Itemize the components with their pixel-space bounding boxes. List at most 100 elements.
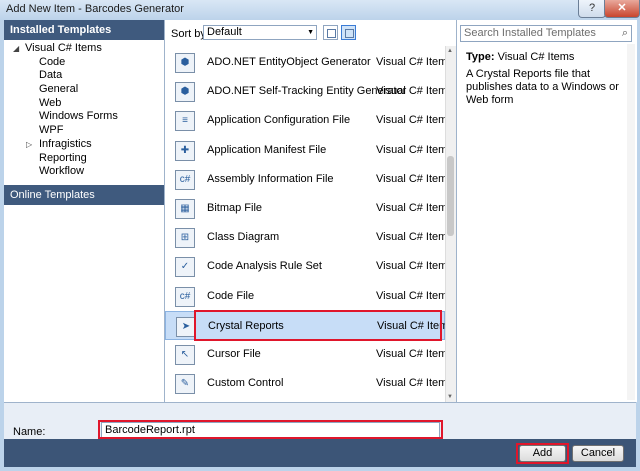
window-title: Add New Item - Barcodes Generator bbox=[6, 3, 184, 15]
template-icon: ↖ bbox=[175, 345, 195, 365]
scroll-up-icon[interactable]: ▲ bbox=[447, 48, 453, 54]
template-language: Visual C# Items bbox=[376, 377, 445, 390]
template-name: Code Analysis Rule Set bbox=[207, 260, 322, 273]
template-icon: ⊞ bbox=[175, 228, 195, 249]
scroll-down-icon[interactable]: ▼ bbox=[447, 394, 453, 400]
template-name: ADO.NET EntityObject Generator bbox=[207, 56, 371, 68]
template-item[interactable]: ✓ Code Analysis Rule Set Visual C# Items bbox=[165, 252, 445, 281]
template-item[interactable]: ✎ Custom Control Visual C# Items bbox=[165, 369, 445, 398]
template-icon: ➤ bbox=[176, 316, 196, 337]
template-name: Bitmap File bbox=[207, 202, 263, 214]
tree-item[interactable]: Reporting bbox=[4, 152, 164, 166]
tree-item-label: Web bbox=[39, 96, 62, 109]
template-item[interactable]: ↖ Cursor File Visual C# Items bbox=[165, 340, 445, 369]
title-bar: Add New Item - Barcodes Generator ? ✕ bbox=[0, 0, 640, 20]
tree-item[interactable]: ◢ Visual C# Items bbox=[4, 42, 164, 56]
small-icons-icon bbox=[327, 29, 336, 38]
template-language: Visual C# Items bbox=[376, 202, 445, 214]
close-button[interactable]: ✕ bbox=[604, 0, 640, 18]
template-name: Application Manifest File bbox=[207, 143, 327, 156]
category-tree: ◢ Visual C# Items Code Data General Web Window… bbox=[4, 42, 164, 179]
tree-item-label: Data bbox=[39, 69, 63, 82]
template-language: Visual C# Items bbox=[376, 289, 445, 302]
tree-item[interactable]: Data bbox=[4, 69, 164, 83]
template-language: Visual C# Items bbox=[376, 56, 445, 68]
scrollbar-thumb[interactable] bbox=[447, 156, 454, 236]
template-item[interactable]: ⬢ ADO.NET EntityObject Generator Visual C#… bbox=[165, 48, 445, 77]
collapse-arrow-icon[interactable]: ◢ bbox=[13, 42, 19, 56]
template-name: Cursor File bbox=[207, 348, 261, 360]
template-language: Visual C# Items bbox=[376, 172, 445, 185]
template-icon: ≡ bbox=[175, 111, 195, 132]
highlight-box-name bbox=[98, 420, 443, 439]
template-details-panel: Search Installed Templates ⌕ Type: Visua… bbox=[456, 20, 637, 402]
tree-item-label: Workflow bbox=[39, 165, 85, 178]
tree-item-label: Visual C# Items bbox=[25, 42, 102, 54]
tree-item-label: Reporting bbox=[39, 151, 87, 164]
template-name: Assembly Information File bbox=[207, 172, 334, 185]
template-description: A Crystal Reports file that publishes da… bbox=[466, 68, 619, 106]
type-label: Type: bbox=[466, 51, 495, 63]
template-icon: ▦ bbox=[175, 199, 195, 219]
list-view-icon bbox=[345, 29, 354, 38]
template-language: Visual C# Items bbox=[376, 348, 445, 360]
cancel-button[interactable]: Cancel bbox=[572, 445, 624, 462]
search-icon[interactable]: ⌕ bbox=[622, 26, 628, 41]
tree-item-label: WPF bbox=[39, 124, 64, 137]
template-list-scrollbar[interactable]: ▲ ▼ bbox=[445, 46, 456, 402]
template-icon: ⬢ bbox=[175, 53, 195, 73]
highlight-box-add bbox=[516, 443, 569, 464]
template-icon: ✓ bbox=[175, 257, 195, 278]
template-item[interactable]: ⊞ Class Diagram Visual C# Items bbox=[165, 223, 445, 252]
template-item[interactable]: ≡ Application Configuration File Visual C#… bbox=[165, 106, 445, 135]
template-name: Code File bbox=[207, 289, 255, 302]
tree-item-label: Code bbox=[39, 55, 66, 68]
tree-item-label: Windows Forms bbox=[39, 110, 118, 123]
template-icon: ⬢ bbox=[175, 82, 195, 103]
tree-item[interactable]: Web bbox=[4, 97, 164, 111]
add-new-item-dialog: Add New Item - Barcodes Generator ? ✕ In… bbox=[0, 0, 640, 471]
help-button[interactable]: ? bbox=[578, 0, 606, 18]
template-item[interactable]: ✚ Application Manifest File Visual C# Item… bbox=[165, 136, 445, 165]
template-list: ⬢ ADO.NET EntityObject Generator Visual C#… bbox=[165, 46, 445, 402]
sort-toolbar: Sort by: Default ▼ bbox=[165, 20, 455, 46]
expand-arrow-icon[interactable]: ▷ bbox=[26, 138, 32, 152]
template-icon: ✚ bbox=[175, 140, 195, 161]
highlight-box-crystal-reports bbox=[194, 310, 442, 341]
template-icon: ✎ bbox=[175, 374, 195, 395]
template-language: Visual C# Items bbox=[376, 114, 445, 127]
template-name: Application Configuration File bbox=[207, 114, 351, 127]
online-templates-header[interactable]: Online Templates bbox=[4, 185, 164, 205]
template-name: Custom Control bbox=[207, 377, 284, 390]
search-placeholder: Search Installed Templates bbox=[464, 27, 596, 39]
tree-item[interactable]: General bbox=[4, 83, 164, 97]
tree-item[interactable]: ▷ Infragistics bbox=[4, 138, 164, 152]
tree-item[interactable]: WPF bbox=[4, 124, 164, 138]
list-view-button[interactable] bbox=[341, 25, 356, 40]
tree-item-label: General bbox=[39, 83, 79, 96]
sort-by-dropdown[interactable]: Default ▼ bbox=[203, 25, 317, 40]
details-scrollbar[interactable] bbox=[627, 44, 635, 400]
template-item[interactable]: c# Assembly Information File Visual C# Ite… bbox=[165, 165, 445, 194]
chevron-down-icon: ▼ bbox=[307, 29, 314, 36]
template-language: Visual C# Items bbox=[376, 143, 445, 156]
search-templates-input[interactable]: Search Installed Templates ⌕ bbox=[460, 25, 632, 42]
tree-item[interactable]: Workflow bbox=[4, 165, 164, 179]
template-language: Visual C# Items bbox=[376, 85, 445, 98]
template-language: Visual C# Items bbox=[376, 231, 445, 244]
template-item[interactable]: ⬢ ADO.NET Self-Tracking Entity Generator V… bbox=[165, 77, 445, 106]
type-row: Type: Visual C# Items bbox=[466, 51, 574, 63]
tree-item[interactable]: Windows Forms bbox=[4, 110, 164, 124]
small-icons-view-button[interactable] bbox=[323, 25, 338, 40]
template-icon: c# bbox=[175, 169, 195, 190]
tree-item[interactable]: Code bbox=[4, 56, 164, 70]
name-label: Name: bbox=[13, 426, 46, 438]
template-item[interactable]: ▦ Bitmap File Visual C# Items bbox=[165, 194, 445, 223]
template-categories-panel: Installed Templates ◢ Visual C# Items Code… bbox=[4, 20, 165, 402]
template-item[interactable]: c# Code File Visual C# Items bbox=[165, 282, 445, 311]
template-language: Visual C# Items bbox=[376, 260, 445, 273]
sort-by-value: Default bbox=[207, 26, 242, 38]
template-icon: c# bbox=[175, 286, 195, 307]
installed-templates-header[interactable]: Installed Templates bbox=[4, 20, 164, 40]
dialog-client: Installed Templates ◢ Visual C# Items Code… bbox=[4, 20, 637, 467]
